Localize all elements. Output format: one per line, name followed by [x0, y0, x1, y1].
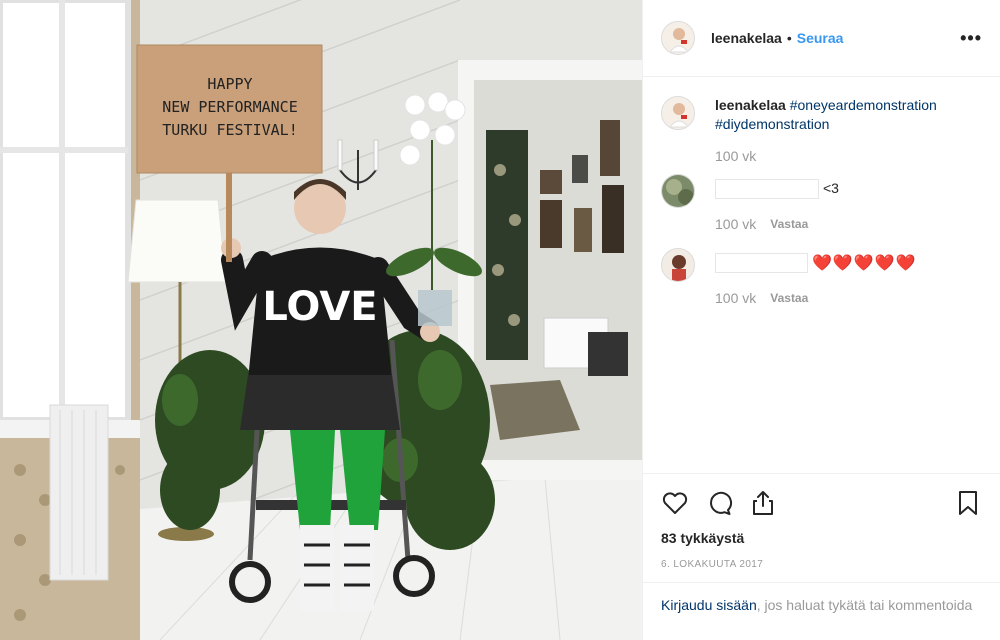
- post-image: LOVE HAPPY NEW PERFORMANCE TURKU FESTIVA…: [0, 0, 642, 640]
- comment-icon[interactable]: [705, 489, 733, 517]
- comment: <3: [661, 174, 982, 208]
- commenter-avatar[interactable]: [661, 174, 695, 208]
- avatar[interactable]: [661, 21, 695, 55]
- sweater-text: LOVE: [262, 284, 377, 330]
- share-icon[interactable]: [749, 489, 777, 517]
- login-prompt-text: , jos haluat tykätä tai kommentoida: [756, 597, 973, 613]
- heart-icon[interactable]: [661, 489, 689, 517]
- reply-button[interactable]: Vastaa: [770, 217, 808, 231]
- hashtag-link[interactable]: #diydemonstration: [715, 116, 829, 132]
- login-prompt: Kirjaudu sisään, jos haluat tykätä tai k…: [643, 582, 1000, 627]
- sign-line-1: HAPPY: [207, 75, 252, 93]
- header-username[interactable]: leenakelaa: [711, 30, 782, 46]
- reply-button[interactable]: Vastaa: [770, 291, 808, 305]
- comment-body: <3: [823, 180, 839, 196]
- commenter-avatar-icon: [662, 175, 694, 207]
- caption-avatar[interactable]: [661, 96, 695, 130]
- comment-time[interactable]: 100 vk: [715, 216, 756, 232]
- post-photo[interactable]: LOVE HAPPY NEW PERFORMANCE TURKU FESTIVA…: [0, 0, 642, 640]
- commenter-avatar[interactable]: [661, 248, 695, 282]
- user-avatar-icon: [662, 97, 694, 129]
- header-separator: •: [786, 30, 792, 46]
- comment-text: ❤️❤️❤️❤️❤️: [715, 253, 917, 274]
- comment-text: <3: [715, 179, 839, 200]
- post-actions: 83 tykkäystä 6. LOKAKUUTA 2017: [643, 473, 1000, 570]
- comments-list: leenakelaa #oneyeardemonstration #diydem…: [661, 96, 982, 306]
- comment-time[interactable]: 100 vk: [715, 290, 756, 306]
- post-header: leenakelaa • Seuraa •••: [643, 0, 1000, 77]
- caption-text: leenakelaa #oneyeardemonstration #diydem…: [715, 96, 937, 134]
- commenter-avatar-icon: [662, 249, 694, 281]
- post-sidebar: leenakelaa • Seuraa ••• leenakelaa #oney…: [642, 0, 1000, 640]
- sign-line-3: TURKU FESTIVAL!: [162, 121, 297, 139]
- action-icons: [661, 488, 982, 518]
- bookmark-icon[interactable]: [954, 489, 982, 517]
- user-avatar-icon: [662, 22, 694, 54]
- follow-button[interactable]: Seuraa: [797, 30, 844, 46]
- hashtag-link[interactable]: #oneyeardemonstration: [790, 97, 937, 113]
- comment-meta: 100 vk Vastaa: [715, 216, 982, 232]
- caption: leenakelaa #oneyeardemonstration #diydem…: [661, 96, 982, 134]
- comment-meta: 100 vk Vastaa: [715, 290, 982, 306]
- login-link[interactable]: Kirjaudu sisään: [661, 597, 757, 613]
- comment-username[interactable]: [715, 253, 808, 274]
- caption-meta: 100 vk: [715, 148, 982, 164]
- sign-line-2: NEW PERFORMANCE: [162, 98, 297, 116]
- comment: ❤️❤️❤️❤️❤️: [661, 248, 982, 282]
- caption-username[interactable]: leenakelaa: [715, 97, 786, 113]
- more-options-button[interactable]: •••: [960, 28, 982, 49]
- comment-body: ❤️❤️❤️❤️❤️: [812, 254, 917, 272]
- caption-time[interactable]: 100 vk: [715, 148, 756, 164]
- post-date[interactable]: 6. LOKAKUUTA 2017: [661, 559, 982, 570]
- likes-count[interactable]: 83 tykkäystä: [661, 530, 982, 546]
- comment-username[interactable]: [715, 179, 819, 200]
